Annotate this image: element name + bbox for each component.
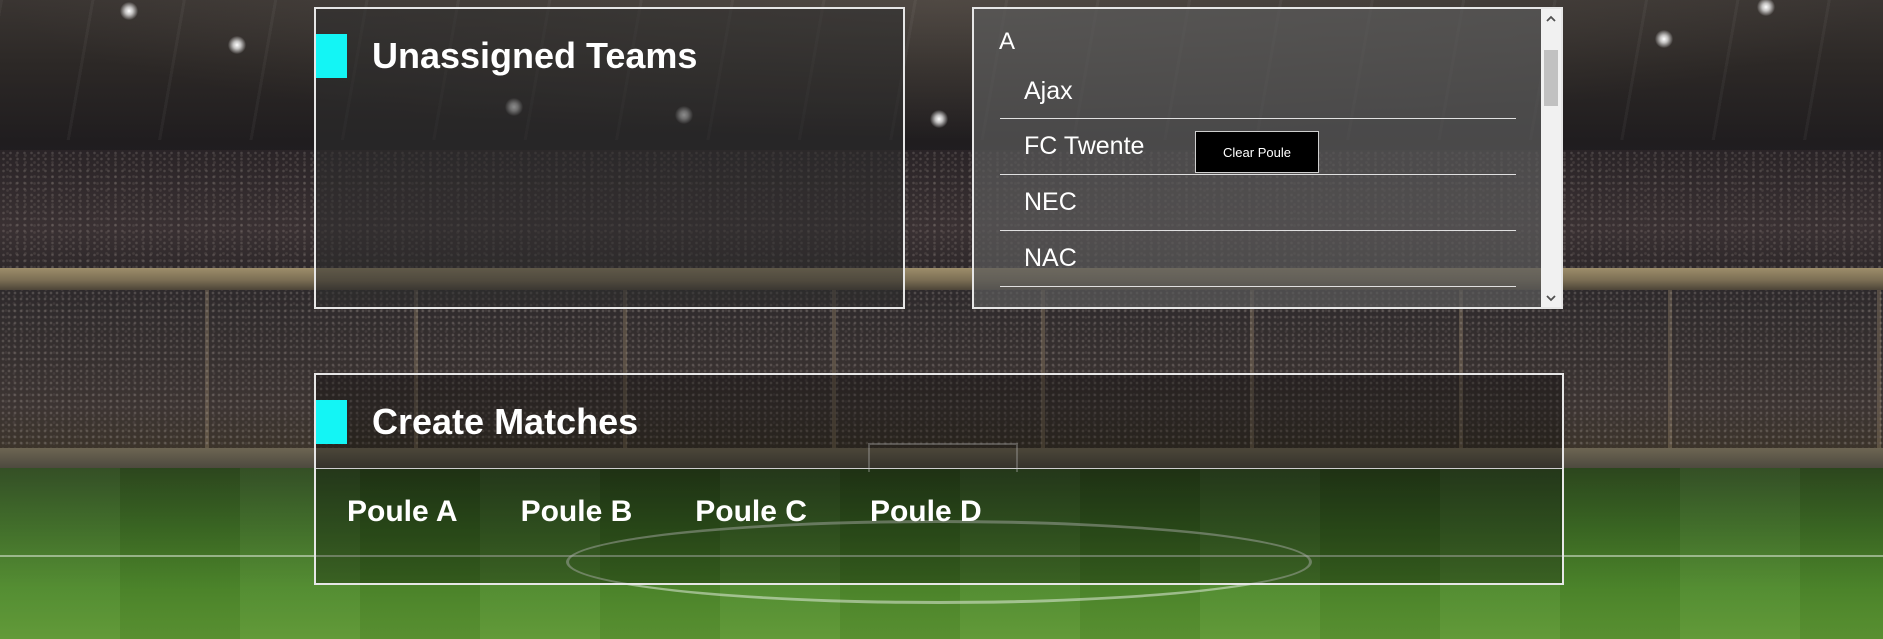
divider [316, 468, 1562, 469]
floodlight-icon [228, 36, 246, 54]
panel-title: Unassigned Teams [372, 35, 698, 76]
create-matches-header: Create Matches [316, 400, 638, 444]
team-list-item[interactable]: Ajax [1000, 64, 1516, 119]
unassigned-teams-panel: Unassigned Teams [314, 7, 905, 309]
stadium-ring [0, 268, 1883, 290]
panel-title: Create Matches [372, 401, 639, 442]
tab-poule-d[interactable]: Poule D [870, 495, 982, 529]
floodlight-icon [930, 110, 948, 128]
tab-poule-c[interactable]: Poule C [695, 495, 807, 529]
clear-poule-button[interactable]: Clear Poule [1195, 131, 1319, 173]
tab-poule-b[interactable]: Poule B [521, 495, 633, 529]
upper-crowd [0, 150, 1883, 280]
poule-tabs: Poule A Poule B Poule C Poule D [347, 495, 1045, 529]
tab-poule-a[interactable]: Poule A [347, 495, 458, 529]
chevron-down-icon[interactable] [1541, 289, 1561, 307]
team-list-item[interactable]: NAC [1000, 231, 1516, 287]
poule-group-label: A [999, 28, 1016, 55]
list-scrollbar[interactable] [1541, 9, 1561, 307]
team-list: Ajax FC Twente NEC NAC [1000, 64, 1516, 287]
accent-bar [316, 400, 347, 444]
floodlight-icon [1655, 30, 1673, 48]
team-list-item[interactable]: NEC [1000, 175, 1516, 231]
unassigned-teams-header: Unassigned Teams [316, 34, 697, 78]
chevron-up-icon[interactable] [1541, 9, 1561, 27]
scrollbar-thumb[interactable] [1544, 50, 1558, 106]
create-matches-panel: Create Matches Poule A Poule B Poule C P… [314, 373, 1564, 585]
floodlight-icon [120, 2, 138, 20]
accent-bar [316, 34, 347, 78]
